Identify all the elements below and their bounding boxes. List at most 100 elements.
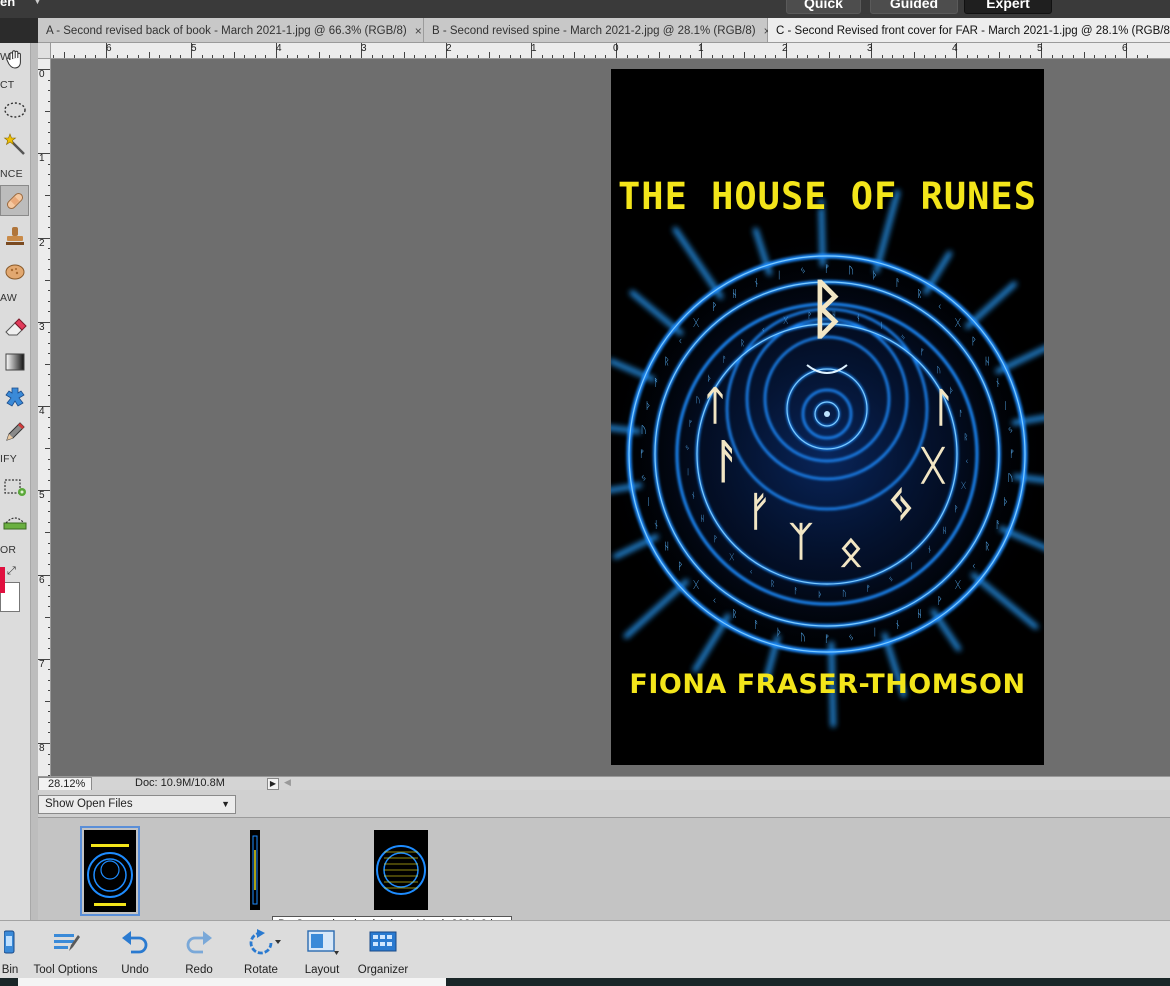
- scroll-left-icon[interactable]: ◀: [284, 777, 291, 788]
- ruler-label: 4: [276, 43, 282, 54]
- layout-label: Layout: [304, 964, 340, 976]
- rune-symbol: ᛏ: [703, 383, 727, 429]
- tab-document-b[interactable]: B - Second revised spine - March 2021-2.…: [424, 18, 771, 42]
- rotate-label: Rotate: [244, 964, 278, 976]
- ruler-label: 3: [867, 43, 873, 54]
- vertical-ruler: 0 1 2 3 4 5 6 7 8: [38, 59, 51, 776]
- ruler-label: 6: [106, 43, 112, 54]
- pencil-icon[interactable]: [0, 416, 29, 447]
- crop-icon[interactable]: [0, 471, 29, 502]
- tool-options-button[interactable]: Tool Options: [28, 921, 103, 979]
- zoom-level-field[interactable]: 28.12%: [38, 777, 92, 791]
- undo-label: Undo: [121, 964, 149, 976]
- dropdown-value: Show Open Files: [45, 798, 133, 810]
- document-size-info: Doc: 10.9M/10.8M: [135, 777, 225, 789]
- ruler-label: 4: [952, 43, 958, 54]
- photo-bin-icon: [3, 929, 16, 958]
- cover-title: THE HOUSE OF RUNES: [618, 175, 1037, 218]
- hand-icon[interactable]: [0, 43, 29, 74]
- magic-wand-icon[interactable]: [0, 129, 29, 160]
- toolbox-section-select: CT: [0, 79, 15, 91]
- tool-options-label: Tool Options: [33, 964, 98, 976]
- rune-symbol: ᚷ: [920, 443, 946, 489]
- eraser-icon[interactable]: [0, 311, 29, 342]
- close-icon[interactable]: ×: [415, 24, 422, 38]
- ruler-label: 3: [39, 322, 45, 333]
- horizontal-ruler: 6 5 4 3 2 1 0 1 2 3 4 5 6: [38, 43, 1170, 59]
- ruler-label: 2: [782, 43, 788, 54]
- thumbnail-spine[interactable]: [250, 830, 260, 910]
- rune-symbols: ᛒ ᛏ ᚨ ᚠ ᛉ ᛟ ᛃ ᚷ ᛚ: [703, 273, 955, 575]
- organizer-label: Organizer: [357, 964, 409, 976]
- rune-symbol: ᛟ: [839, 529, 863, 575]
- swap-colors-icon[interactable]: ⤢: [7, 565, 16, 578]
- ruler-label: 7: [39, 659, 45, 670]
- rune-symbol: ᛚ: [931, 385, 955, 431]
- status-menu-arrow-icon[interactable]: ▶: [267, 778, 279, 790]
- tool-options-icon: [51, 929, 81, 958]
- chevron-down-icon[interactable]: ▼: [33, 0, 42, 6]
- shape-icon[interactable]: [0, 381, 29, 412]
- toolbox-edge: [31, 43, 38, 920]
- foreground-color-swatch[interactable]: [0, 567, 5, 593]
- ruler-label: 6: [1122, 43, 1128, 54]
- ruler-label: 5: [1037, 43, 1043, 54]
- document-tabs: A - Second revised back of book - March …: [38, 18, 1170, 43]
- straighten-icon[interactable]: [0, 506, 29, 537]
- layout-button[interactable]: Layout: [298, 921, 346, 979]
- menu-fragment[interactable]: en: [0, 0, 15, 9]
- healing-brush-icon[interactable]: [0, 185, 29, 216]
- toolbox-section-modify: IFY: [0, 453, 17, 465]
- tab-label: A - Second revised back of book - March …: [46, 24, 407, 37]
- undo-icon: [120, 929, 150, 958]
- canvas-area[interactable]: ᚠᚢᚦᚨᚱᚲᚷᚹᚺᚾᛁᛃᚠᚢᚦᚨᚱᚲᚷᚹᚺᚾᛁᛃᚠᚢᚦᚨᚱᚲᚷᚹᚺᚾᛁᛃᚠᚢᚦᚨ…: [51, 59, 1170, 776]
- ruler-label: 5: [191, 43, 197, 54]
- ruler-label: 2: [446, 43, 452, 54]
- status-bar: 28.12% Doc: 10.9M/10.8M ▶ ◀: [38, 776, 1170, 791]
- ruler-label: 3: [361, 43, 367, 54]
- ruler-label: 4: [39, 406, 45, 417]
- undo-button[interactable]: Undo: [112, 921, 158, 979]
- mode-quick-button[interactable]: Quick: [786, 0, 861, 14]
- task-bar: Bin Tool Options Undo Redo Rotate Layout: [0, 920, 1170, 978]
- tab-document-c[interactable]: C - Second Revised front cover for FAR -…: [768, 18, 1170, 42]
- sponge-icon[interactable]: [0, 255, 29, 286]
- chevron-down-icon: ▼: [221, 799, 230, 809]
- os-taskbar-window: [18, 978, 446, 986]
- redo-button[interactable]: Redo: [176, 921, 222, 979]
- ruler-label: 1: [698, 43, 704, 54]
- mode-guided-button[interactable]: Guided: [870, 0, 958, 14]
- ruler-origin[interactable]: [38, 43, 51, 59]
- thumbnail-back-cover[interactable]: [374, 830, 428, 910]
- top-mode-bar: en ▼ Quick Guided Expert: [0, 0, 1170, 18]
- elliptical-marquee-icon[interactable]: [0, 94, 29, 125]
- ruler-label: 0: [613, 43, 619, 54]
- thumbnail-front-cover[interactable]: [80, 826, 140, 916]
- rotate-icon: [239, 929, 283, 960]
- clone-stamp-icon[interactable]: [0, 220, 29, 251]
- rune-symbol: ᛃ: [887, 475, 916, 531]
- rotate-button[interactable]: Rotate: [236, 921, 286, 979]
- photo-bin-button[interactable]: Bin: [0, 921, 20, 979]
- rune-symbol: ᚨ: [713, 434, 741, 488]
- toolbox-section-color: OR: [0, 544, 17, 556]
- tab-label: B - Second revised spine - March 2021-2.…: [432, 24, 756, 37]
- mode-expert-button[interactable]: Expert: [964, 0, 1052, 14]
- cover-author: FIONA FRASER-THOMSON: [629, 669, 1026, 700]
- ruler-label: 8: [39, 743, 45, 754]
- ruler-label: 1: [531, 43, 537, 54]
- layout-icon: [305, 929, 339, 960]
- photo-bin-header: Show Open Files ▼: [38, 790, 1170, 818]
- rune-symbol: ᚠ: [747, 489, 771, 535]
- tab-document-a[interactable]: A - Second revised back of book - March …: [38, 18, 424, 42]
- book-cover-image[interactable]: ᚠᚢᚦᚨᚱᚲᚷᚹᚺᚾᛁᛃᚠᚢᚦᚨᚱᚲᚷᚹᚺᚾᛁᛃᚠᚢᚦᚨᚱᚲᚷᚹᚺᚾᛁᛃᚠᚢᚦᚨ…: [611, 69, 1044, 765]
- rune-symbol: ᛒ: [808, 273, 846, 347]
- gradient-icon[interactable]: [0, 346, 29, 377]
- photo-bin: [38, 818, 1170, 920]
- ruler-label: 6: [39, 575, 45, 586]
- redo-icon: [184, 929, 214, 958]
- show-open-files-dropdown[interactable]: Show Open Files ▼: [38, 795, 236, 814]
- ruler-label: 1: [39, 153, 45, 164]
- organizer-button[interactable]: Organizer: [354, 921, 412, 979]
- rune-symbol: ᛉ: [789, 519, 813, 565]
